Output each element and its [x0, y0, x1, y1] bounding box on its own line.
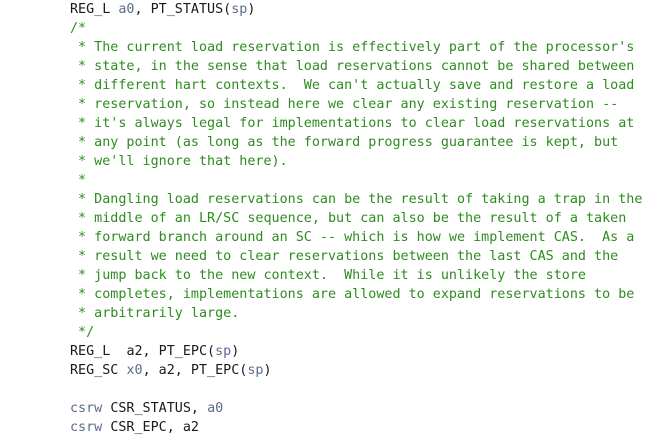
register-token: a0 — [207, 401, 224, 416]
code-line[interactable]: * arbitrarily large. — [0, 304, 671, 323]
code-editor-view[interactable]: REG_L a0, PT_STATUS(sp)/* * The current … — [0, 0, 671, 436]
comment-text: * jump back to the new context. While it… — [70, 268, 586, 283]
comment-text: * forward branch around an SC -- which i… — [70, 230, 635, 245]
comment-text: * middle of an LR/SC sequence, but can a… — [70, 211, 627, 226]
comment-text: * it's always legal for implementations … — [70, 116, 635, 131]
code-token: , PT_STATUS( — [134, 2, 232, 17]
code-line[interactable]: csrw CSR_EPC, a2 — [0, 418, 671, 436]
code-token: ) — [263, 363, 272, 378]
comment-text: * arbitrarily large. — [70, 306, 240, 321]
code-line[interactable]: * we'll ignore that here). — [0, 152, 671, 171]
code-token: REG_L — [70, 344, 127, 359]
code-token: csrw — [70, 420, 111, 435]
code-line[interactable]: * different hart contexts. We can't actu… — [0, 76, 671, 95]
comment-text: * result we need to clear reservations b… — [70, 249, 619, 264]
code-line[interactable] — [0, 380, 671, 399]
comment-text: * Dangling load reservations can be the … — [70, 192, 643, 207]
code-line[interactable]: * middle of an LR/SC sequence, but can a… — [0, 209, 671, 228]
code-line[interactable]: * it's always legal for implementations … — [0, 114, 671, 133]
comment-text: * we'll ignore that here). — [70, 154, 288, 169]
comment-text: * any point (as long as the forward prog… — [70, 135, 619, 150]
comment-text: * different hart contexts. We can't actu… — [70, 78, 635, 93]
code-token: CSR_EPC, a2 — [110, 420, 199, 435]
code-line[interactable]: * any point (as long as the forward prog… — [0, 133, 671, 152]
code-line[interactable]: * result we need to clear reservations b… — [0, 247, 671, 266]
comment-text: * completes, implementations are allowed… — [70, 287, 635, 302]
comment-text: * The current load reservation is effect… — [70, 40, 635, 55]
comment-text: */ — [70, 325, 95, 340]
register-token: x0 — [126, 363, 143, 378]
code-line[interactable]: REG_L a2, PT_EPC(sp) — [0, 342, 671, 361]
code-line[interactable]: * Dangling load reservations can be the … — [0, 190, 671, 209]
code-token: REG_SC — [70, 363, 127, 378]
register-token: sp — [247, 363, 264, 378]
comment-text: * — [70, 173, 87, 188]
code-token: , a2, PT_EPC( — [142, 363, 248, 378]
comment-text: * reservation, so instead here we clear … — [70, 97, 619, 112]
code-token: CSR_STATUS, — [110, 401, 208, 416]
code-line[interactable]: * state, in the sense that load reservat… — [0, 57, 671, 76]
code-line[interactable]: * forward branch around an SC -- which i… — [0, 228, 671, 247]
code-line[interactable]: * — [0, 171, 671, 190]
code-line[interactable]: * jump back to the new context. While it… — [0, 266, 671, 285]
register-token: a0 — [118, 2, 135, 17]
register-token: sp — [231, 2, 248, 17]
code-token: ) — [247, 2, 256, 17]
code-token: a2, PT_EPC( — [126, 344, 216, 359]
code-line[interactable]: REG_L a0, PT_STATUS(sp) — [0, 0, 671, 19]
code-line[interactable]: * completes, implementations are allowed… — [0, 285, 671, 304]
code-line[interactable]: csrw CSR_STATUS, a0 — [0, 399, 671, 418]
comment-text: * state, in the sense that load reservat… — [70, 59, 635, 74]
code-token: csrw — [70, 401, 111, 416]
code-line[interactable]: * reservation, so instead here we clear … — [0, 95, 671, 114]
code-token: ) — [231, 344, 240, 359]
code-line[interactable]: /* — [0, 19, 671, 38]
code-line[interactable]: */ — [0, 323, 671, 342]
register-token: sp — [215, 344, 232, 359]
code-line[interactable]: REG_SC x0, a2, PT_EPC(sp) — [0, 361, 671, 380]
code-token: REG_L — [70, 2, 119, 17]
code-line[interactable]: * The current load reservation is effect… — [0, 38, 671, 57]
comment-text: /* — [70, 21, 87, 36]
